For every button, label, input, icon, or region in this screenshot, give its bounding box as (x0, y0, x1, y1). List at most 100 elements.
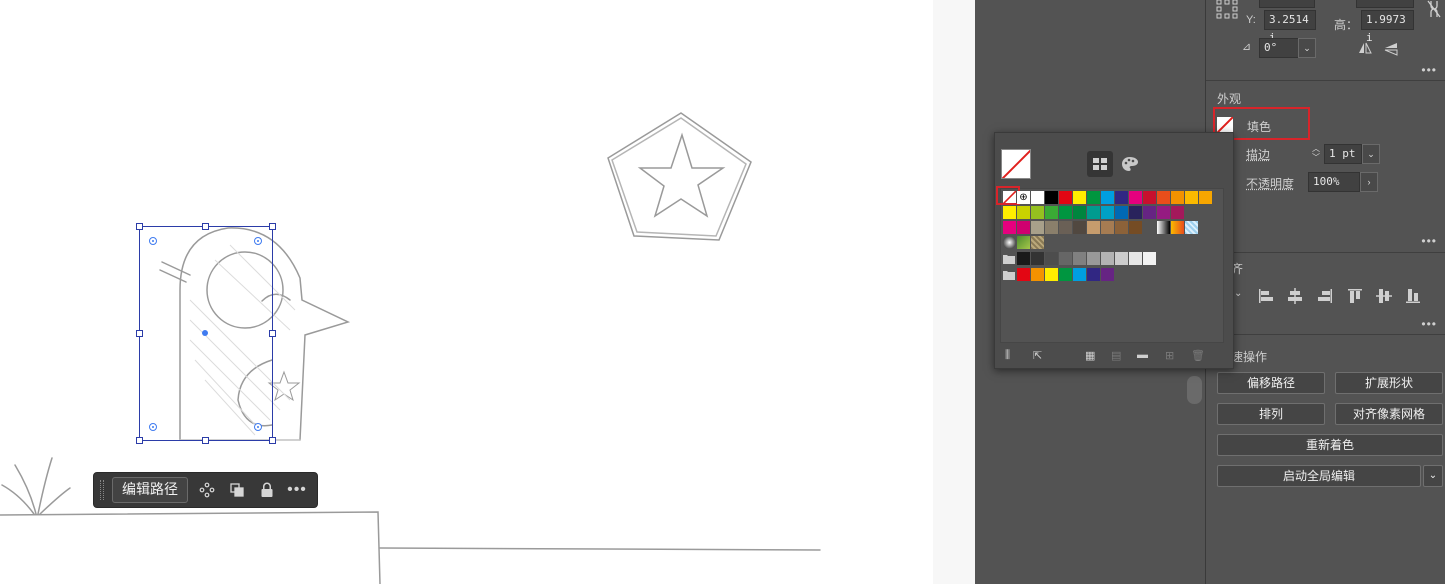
stroke-label[interactable]: 描边 (1246, 146, 1270, 163)
delete-swatch-icon[interactable]: 🗑 (1191, 349, 1205, 362)
color-swatch[interactable] (1073, 206, 1086, 219)
panel-scrollbar-thumb[interactable] (1187, 376, 1202, 404)
color-swatch[interactable] (1059, 268, 1072, 281)
color-swatch[interactable] (1087, 191, 1100, 204)
color-swatch[interactable] (1087, 268, 1100, 281)
stroke-weight-dropdown[interactable]: ⌄ (1362, 144, 1380, 164)
new-swatch-icon[interactable]: ⊞ (1165, 349, 1174, 362)
rotate-field[interactable]: 0° (1259, 38, 1299, 58)
color-swatch[interactable] (1017, 206, 1030, 219)
appearance-more-options[interactable]: ••• (1421, 234, 1437, 248)
color-swatch[interactable] (1101, 252, 1114, 265)
color-swatch[interactable] (1017, 252, 1030, 265)
color-swatch[interactable] (1157, 191, 1170, 204)
color-swatch[interactable] (1031, 268, 1044, 281)
color-swatch[interactable] (1171, 191, 1184, 204)
color-swatch[interactable] (1031, 191, 1044, 204)
color-swatch[interactable] (1059, 206, 1072, 219)
color-swatch[interactable] (1101, 221, 1114, 234)
place-swatches-icon[interactable]: ⇱ (1033, 349, 1042, 362)
color-swatch[interactable] (1101, 191, 1114, 204)
rotate-dropdown-button[interactable]: ⌄ (1298, 38, 1316, 58)
x-field-top[interactable] (1259, 0, 1315, 8)
swatch-pattern-foliage[interactable] (1017, 236, 1030, 249)
color-swatch[interactable] (1031, 252, 1044, 265)
color-swatch[interactable] (1017, 221, 1030, 234)
corner-widget-bottom-left[interactable] (149, 423, 157, 431)
color-swatch[interactable] (1143, 206, 1156, 219)
stroke-weight-stepper[interactable]: ︿ ﹀ (1310, 144, 1322, 164)
recolor-button[interactable]: 重新着色 (1217, 434, 1443, 456)
more-options-icon[interactable]: ••• (286, 479, 308, 501)
resize-handle-top-left[interactable] (136, 223, 143, 230)
color-swatch[interactable] (1073, 191, 1086, 204)
show-swatch-kinds-icon[interactable]: ▦ (1085, 349, 1095, 362)
edit-path-button[interactable]: 编辑路径 (112, 477, 188, 503)
new-color-group-icon[interactable]: ▬ (1137, 349, 1148, 361)
color-swatch[interactable] (1185, 191, 1198, 204)
stroke-weight-field[interactable]: 1 pt (1324, 144, 1362, 164)
w-field-top[interactable] (1356, 0, 1414, 8)
color-swatch[interactable] (1059, 252, 1072, 265)
resize-handle-middle-left[interactable] (136, 330, 143, 337)
reference-point-icon[interactable] (1216, 0, 1238, 20)
color-swatch[interactable] (1045, 252, 1058, 265)
swatch-gradient-radial[interactable] (1003, 236, 1016, 249)
expand-shape-button[interactable]: 扩展形状 (1335, 372, 1443, 394)
color-swatch[interactable] (1115, 206, 1128, 219)
offset-path-button[interactable]: 偏移路径 (1217, 372, 1325, 394)
color-swatch[interactable] (1087, 252, 1100, 265)
arrange-button[interactable]: 排列 (1217, 403, 1325, 425)
color-swatch[interactable] (1031, 206, 1044, 219)
swatch-options-icon[interactable]: ▤ (1111, 349, 1121, 362)
color-swatch[interactable] (1045, 221, 1058, 234)
align-horizontal-center-icon[interactable] (1287, 288, 1303, 304)
duplicate-icon[interactable] (226, 479, 248, 501)
corner-widget-top-left[interactable] (149, 237, 157, 245)
swatches-grid-view-button[interactable] (1087, 151, 1113, 177)
color-swatch[interactable] (1073, 252, 1086, 265)
align-more-options[interactable]: ••• (1421, 317, 1437, 331)
color-swatch[interactable] (1087, 206, 1100, 219)
start-global-edit-button[interactable]: 启动全局编辑 (1217, 465, 1421, 487)
resize-handle-top-middle[interactable] (202, 223, 209, 230)
color-swatch[interactable] (1017, 268, 1030, 281)
resize-handle-top-right[interactable] (269, 223, 276, 230)
resize-handle-bottom-right[interactable] (269, 437, 276, 444)
color-swatch[interactable] (1045, 191, 1058, 204)
constrain-proportions-icon[interactable] (1427, 0, 1441, 18)
color-swatch[interactable] (1129, 191, 1142, 204)
align-bottom-icon[interactable] (1405, 288, 1421, 304)
height-field[interactable]: 1.9973 i (1361, 10, 1414, 44)
color-swatch[interactable] (1003, 221, 1016, 234)
color-swatch[interactable] (1129, 206, 1142, 219)
color-swatch[interactable] (1031, 221, 1044, 234)
resize-handle-bottom-left[interactable] (136, 437, 143, 444)
resize-handle-middle-right[interactable] (269, 330, 276, 337)
swatch-gradient-orange[interactable] (1171, 221, 1184, 234)
corner-widget-bottom-right[interactable] (254, 423, 262, 431)
align-to-dropdown-chevron[interactable]: ⌄ (1234, 288, 1242, 299)
align-top-icon[interactable] (1347, 288, 1363, 304)
color-swatch[interactable] (1129, 221, 1142, 234)
align-right-icon[interactable] (1317, 288, 1333, 304)
color-swatch[interactable] (1045, 206, 1058, 219)
color-swatch[interactable] (1073, 268, 1086, 281)
swatch-libraries-icon[interactable]: ⫼ (1005, 349, 1010, 362)
color-swatch[interactable] (1045, 268, 1058, 281)
lock-icon[interactable] (256, 479, 278, 501)
flip-vertical-icon[interactable] (1384, 42, 1398, 56)
y-field[interactable]: 3.2514 i (1264, 10, 1316, 44)
swatch-pattern-texture[interactable] (1031, 236, 1044, 249)
color-swatch[interactable] (1059, 221, 1072, 234)
opacity-dropdown[interactable]: › (1360, 172, 1378, 192)
color-swatch[interactable] (1143, 191, 1156, 204)
anchor-points-icon[interactable] (196, 479, 218, 501)
color-swatch[interactable] (1115, 221, 1128, 234)
color-swatch[interactable] (1087, 221, 1100, 234)
color-swatch[interactable] (1115, 252, 1128, 265)
swatch-pattern-blue[interactable] (1185, 221, 1198, 234)
color-swatch[interactable] (1171, 206, 1184, 219)
opacity-field[interactable]: 100% (1308, 172, 1360, 192)
swatch-gradient-linear[interactable] (1157, 221, 1170, 234)
